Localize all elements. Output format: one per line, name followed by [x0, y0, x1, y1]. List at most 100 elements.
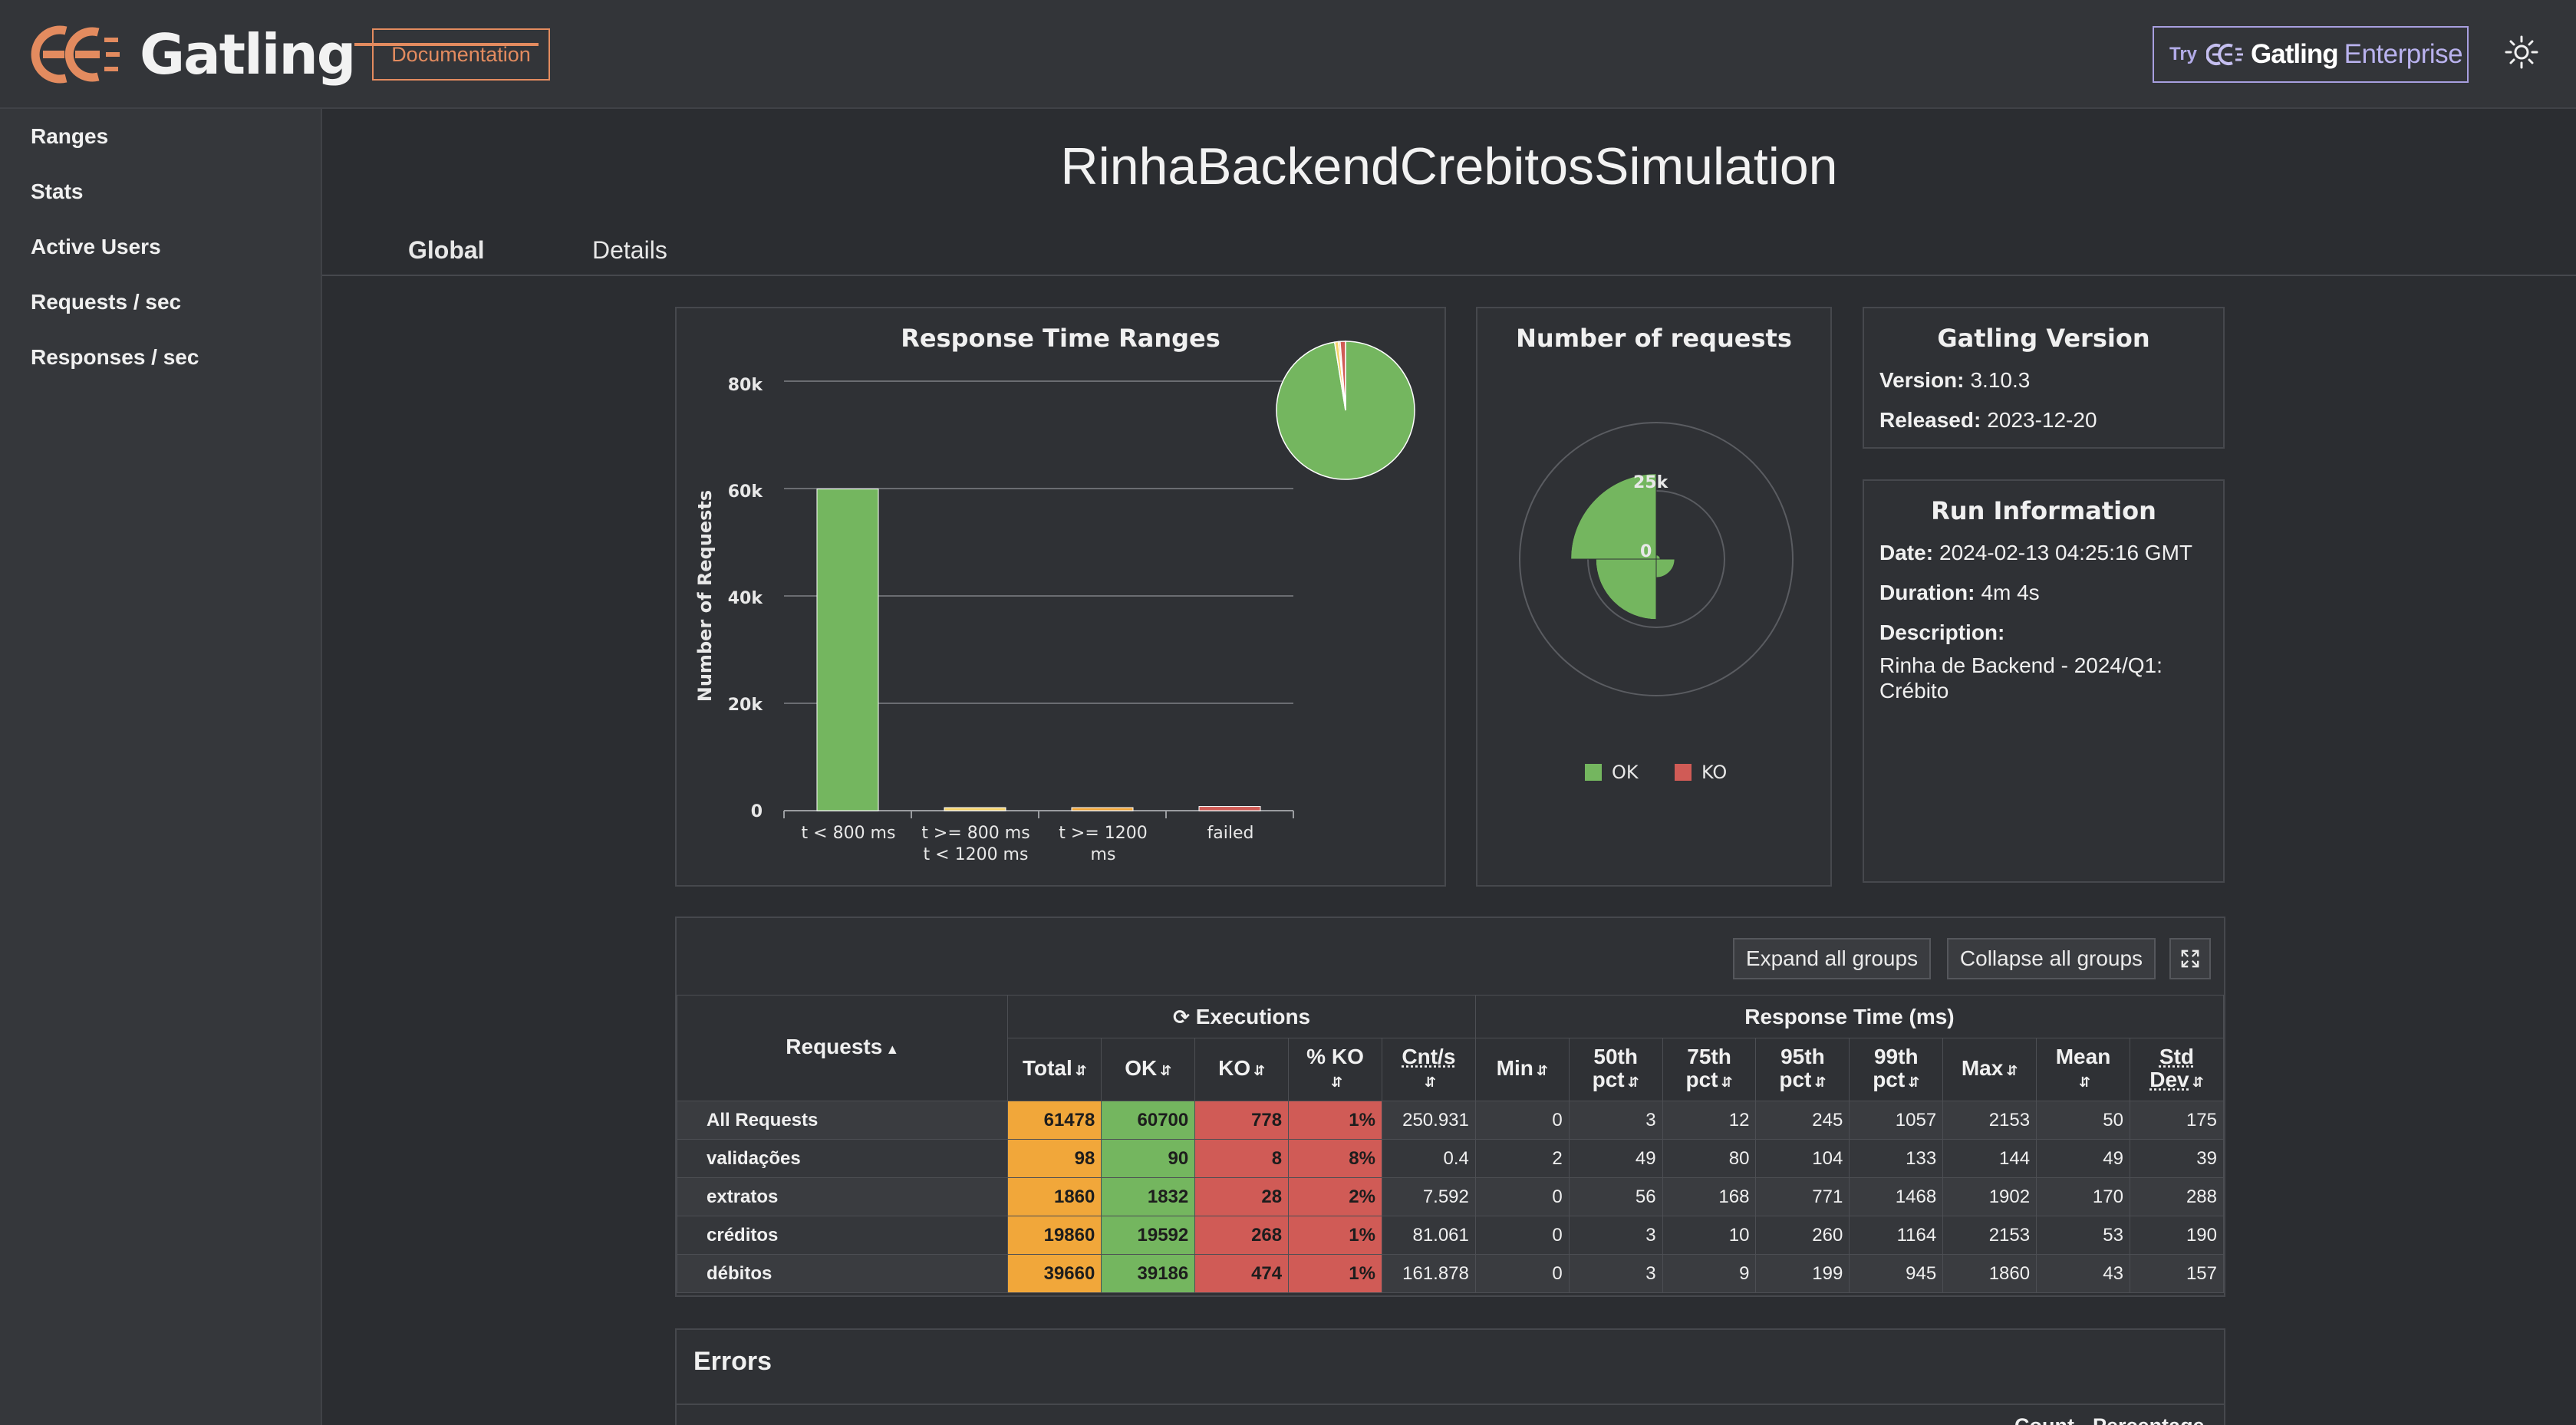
cell-std: 175 — [2130, 1101, 2223, 1140]
cell-p95: 771 — [1756, 1178, 1850, 1216]
collapse-all-groups-button[interactable]: Collapse all groups — [1947, 938, 2156, 979]
run-information-panel: Run Information Date: 2024-02-13 04:25:16… — [1863, 479, 2225, 883]
tab-global[interactable]: Global — [408, 236, 485, 265]
cell-std: 288 — [2130, 1178, 2223, 1216]
column-header-label: Min — [1497, 1056, 1533, 1080]
column-header-label: 99th — [1874, 1045, 1919, 1068]
cell-min: 0 — [1475, 1255, 1569, 1293]
sidebar-item-responses-per-sec[interactable]: Responses / sec — [31, 345, 199, 370]
date-label: Date: — [1879, 541, 1933, 564]
run-information-title: Run Information — [1864, 496, 2223, 525]
column-header-pct-ko[interactable]: % KO ⇵ — [1289, 1038, 1382, 1101]
duration-value: 4m 4s — [1981, 581, 2039, 604]
table-row[interactable]: extratos 1860 1832 28 2% 7.592 0 56 168 771 1468 19… — [677, 1178, 2224, 1216]
column-header-label: % KO — [1306, 1045, 1364, 1068]
legend-label-ok: OK — [1612, 762, 1639, 783]
column-header-p99[interactable]: 99th pct ⇵ — [1850, 1038, 1943, 1101]
column-header-min[interactable]: Min ⇵ — [1475, 1038, 1569, 1101]
table-row[interactable]: créditos 19860 19592 268 1% 81.061 0 3 10 260 1164… — [677, 1216, 2224, 1255]
duration-label: Duration: — [1879, 581, 1975, 604]
fullscreen-icon[interactable] — [2169, 938, 2211, 979]
sun-icon[interactable] — [2505, 35, 2538, 69]
y-tick-label: 0 — [751, 802, 763, 821]
try-label: Try — [2169, 44, 2197, 65]
table-row[interactable]: débitos 39660 39186 474 1% 161.878 0 3 9 199 945 18… — [677, 1255, 2224, 1293]
cell-ok: 60700 — [1102, 1101, 1195, 1140]
column-header-std-dev[interactable]: Std Dev ⇵ — [2130, 1038, 2223, 1101]
sidebar-item-active-users[interactable]: Active Users — [31, 235, 161, 259]
requests-header-label: Requests — [786, 1035, 882, 1058]
cell-ok: 90 — [1102, 1140, 1195, 1178]
sidebar-item-ranges[interactable]: Ranges — [31, 124, 108, 149]
cell-std: 39 — [2130, 1140, 2223, 1178]
tab-bar: Global Details — [322, 229, 2576, 276]
sort-icon: ⇵ — [2079, 1075, 2090, 1090]
version-value: 3.10.3 — [1970, 368, 2030, 392]
duration-row: Duration: 4m 4s — [1879, 581, 2040, 605]
cell-min: 0 — [1475, 1216, 1569, 1255]
logo-text: Gatling — [140, 22, 354, 87]
active-tab-indicator — [354, 43, 539, 46]
sort-icon: ⇵ — [1425, 1075, 1436, 1090]
bar — [944, 808, 1006, 811]
column-header-label: 95th — [1780, 1045, 1825, 1068]
executions-header-label: Executions — [1196, 1005, 1310, 1028]
cell-max: 2153 — [1943, 1216, 2037, 1255]
x-tick-label: t >= 1200 — [1059, 824, 1147, 843]
cell-ok: 39186 — [1102, 1255, 1195, 1293]
column-header-ko[interactable]: KO ⇵ — [1195, 1038, 1289, 1101]
cell-mean: 43 — [2037, 1255, 2130, 1293]
cell-std: 190 — [2130, 1216, 2223, 1255]
sidebar-item-requests-per-sec[interactable]: Requests / sec — [31, 290, 181, 314]
top-header: Gatling Documentation Try Gatling Enterp… — [0, 0, 2576, 109]
request-name-cell: All Requests — [677, 1101, 1008, 1140]
cell-ko: 8 — [1195, 1140, 1289, 1178]
tab-details[interactable]: Details — [592, 236, 667, 265]
column-header-ok[interactable]: OK ⇵ — [1102, 1038, 1195, 1101]
expand-all-groups-button[interactable]: Expand all groups — [1733, 938, 1931, 979]
legend-label-ko: KO — [1701, 762, 1727, 783]
documentation-button[interactable]: Documentation — [372, 28, 550, 81]
gatling-version-panel: Gatling Version Version: 3.10.3 Released:… — [1863, 307, 2225, 449]
sort-icon: ⇵ — [1253, 1063, 1265, 1078]
y-tick-label: 80k — [728, 376, 764, 395]
request-name-cell: validações — [677, 1140, 1008, 1178]
cell-p75: 10 — [1662, 1216, 1756, 1255]
cell-total: 19860 — [1008, 1216, 1102, 1255]
column-header-max[interactable]: Max ⇵ — [1943, 1038, 2037, 1101]
column-header-cnt-s[interactable]: Cnt/s ⇵ — [1382, 1038, 1475, 1101]
errors-count-header: Count — [2014, 1414, 2074, 1425]
requests-header[interactable]: Requests ▲ — [677, 996, 1008, 1101]
cell-p50: 56 — [1569, 1178, 1662, 1216]
cell-total: 39660 — [1008, 1255, 1102, 1293]
cell-max: 144 — [1943, 1140, 2037, 1178]
column-header-label: Cnt/s — [1402, 1045, 1455, 1068]
enterprise-brand: Gatling — [2251, 39, 2338, 70]
cell-ko: 778 — [1195, 1101, 1289, 1140]
column-header-mean[interactable]: Mean ⇵ — [2037, 1038, 2130, 1101]
cell-total: 1860 — [1008, 1178, 1102, 1216]
sort-icon: ⇵ — [1331, 1075, 1342, 1090]
cell-pct-ko: 1% — [1289, 1216, 1382, 1255]
column-header-p75[interactable]: 75th pct ⇵ — [1662, 1038, 1756, 1101]
gatling-logo[interactable]: Gatling — [29, 23, 354, 86]
request-name-cell: extratos — [677, 1178, 1008, 1216]
legend-swatch-ko — [1675, 764, 1692, 781]
try-enterprise-button[interactable]: Try Gatling Enterprise — [2153, 26, 2469, 83]
column-header-p50[interactable]: 50th pct ⇵ — [1569, 1038, 1662, 1101]
table-row[interactable]: validações 98 90 8 8% 0.4 2 49 80 104 133 144 49 39 — [677, 1140, 2224, 1178]
x-tick-label: t < 800 ms — [802, 824, 896, 843]
request-name-cell: créditos — [677, 1216, 1008, 1255]
column-header-p95[interactable]: 95th pct ⇵ — [1756, 1038, 1850, 1101]
x-tick-label: ms — [1091, 845, 1116, 864]
bar — [1199, 807, 1260, 811]
sort-icon: ⇵ — [1721, 1075, 1732, 1090]
column-header-total[interactable]: Total ⇵ — [1008, 1038, 1102, 1101]
sort-icon: ⇵ — [1908, 1075, 1919, 1090]
cell-min: 0 — [1475, 1101, 1569, 1140]
sidebar-item-stats[interactable]: Stats — [31, 179, 83, 204]
cell-ko: 474 — [1195, 1255, 1289, 1293]
cell-total: 98 — [1008, 1140, 1102, 1178]
cell-cnt: 250.931 — [1382, 1101, 1475, 1140]
table-row[interactable]: All Requests 61478 60700 778 1% 250.931 0 3 12 24… — [677, 1101, 2224, 1140]
